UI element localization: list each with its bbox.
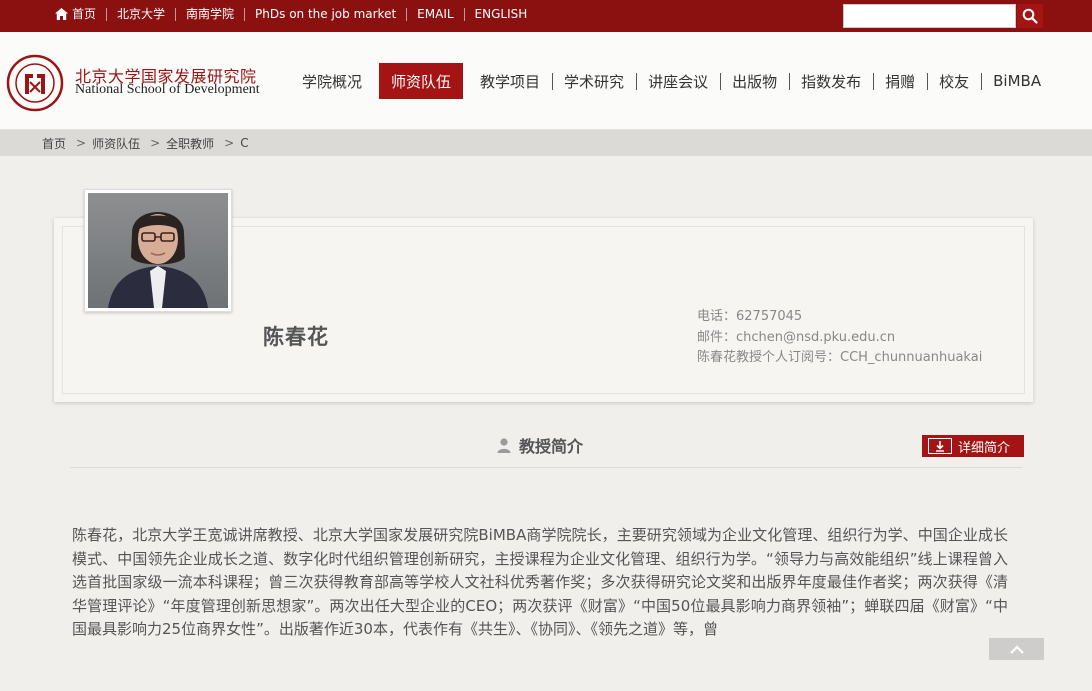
professor-name: 陈春花 (263, 325, 329, 349)
search-button[interactable] (1017, 4, 1043, 28)
breadcrumb: 首页 > 师资队伍 > 全职教师 > C (42, 130, 249, 156)
top-link-home[interactable]: 首页 (55, 6, 106, 21)
section-title-label: 教授简介 (519, 437, 584, 456)
nav-publications[interactable]: 出版物 (720, 63, 789, 99)
breadcrumb-separator: > (150, 136, 161, 150)
nav-research[interactable]: 学术研究 (552, 63, 636, 99)
section-title: 教授简介 (496, 433, 583, 457)
portrait-illustration (108, 212, 208, 308)
nav-about[interactable]: 学院概况 (290, 63, 374, 99)
nav-faculty[interactable]: 师资队伍 (379, 63, 464, 99)
professor-bio: 陈春花，北京大学王宽诚讲席教授、北京大学国家发展研究院BiMBA商学院院长，主要… (72, 526, 1008, 637)
contact-phone: 电话：62757045 (697, 309, 803, 324)
back-to-top-button[interactable] (989, 638, 1044, 660)
top-links: 首页 北京大学 南南学院 PhDs on the job market EMAI… (55, 0, 537, 28)
search-input[interactable] (843, 4, 1016, 28)
home-icon (55, 8, 68, 20)
chevron-up-icon (1009, 644, 1024, 654)
nav-programs[interactable]: 教学项目 (468, 63, 552, 99)
detail-intro-button[interactable]: 详细简介 (922, 435, 1024, 457)
breadcrumb-bar: 首页 > 师资队伍 > 全职教师 > C (0, 130, 1092, 156)
top-link-label: 首页 (72, 6, 97, 21)
nav-alumni[interactable]: 校友 (927, 63, 981, 99)
search-icon (1022, 8, 1038, 24)
main-nav: 学院概况 师资队伍 教学项目 学术研究 讲座会议 出版物 指数发布 捐赠 校友 … (290, 63, 1053, 99)
breadcrumb-separator: > (224, 136, 235, 150)
profile-photo-frame (84, 189, 232, 312)
section-divider (70, 467, 1022, 468)
nav-donation[interactable]: 捐赠 (873, 63, 927, 99)
breadcrumb-current: C (240, 136, 249, 150)
breadcrumb-fulltime[interactable]: 全职教师 (166, 135, 214, 152)
logo-title-en[interactable]: National School of Development (75, 82, 260, 98)
top-link-phds[interactable]: PhDs on the job market (244, 7, 406, 21)
top-link-pku[interactable]: 北京大学 (106, 7, 175, 21)
nav-bimba[interactable]: BiMBA (981, 63, 1053, 99)
contact-subscription: 陈春花教授个人订阅号：CCH_chunnuanhuakai (697, 350, 983, 365)
breadcrumb-faculty[interactable]: 师资队伍 (92, 135, 140, 152)
detail-intro-label: 详细简介 (958, 440, 1011, 456)
top-bar: 首页 北京大学 南南学院 PhDs on the job market EMAI… (0, 0, 1092, 32)
university-seal-icon[interactable] (6, 54, 64, 112)
nav-events[interactable]: 讲座会议 (636, 63, 720, 99)
breadcrumb-separator: > (76, 136, 87, 150)
top-link-english[interactable]: ENGLISH (463, 7, 538, 21)
breadcrumb-home[interactable]: 首页 (42, 135, 66, 152)
contact-email[interactable]: 邮件：chchen@nsd.pku.edu.cn (697, 326, 895, 345)
site-header: 北京大学国家发展研究院 National School of Developme… (0, 32, 1092, 130)
download-icon (928, 438, 952, 454)
profile-photo (88, 193, 228, 308)
top-link-email[interactable]: EMAIL (406, 7, 463, 21)
top-link-south-south[interactable]: 南南学院 (175, 7, 244, 21)
nav-indices[interactable]: 指数发布 (789, 63, 873, 99)
person-icon (497, 438, 511, 453)
